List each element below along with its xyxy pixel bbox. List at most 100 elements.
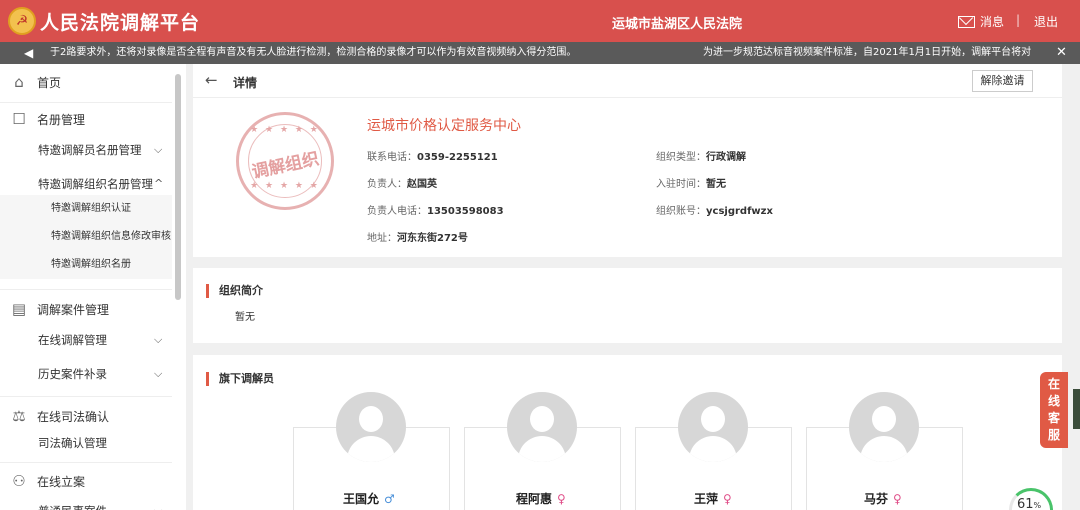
speaker-icon: ◀︎: [24, 46, 34, 60]
back-arrow-icon[interactable]: ←: [205, 71, 218, 89]
org-phone-value: 0359-2255121: [417, 152, 498, 163]
sidebar-item-general-cases[interactable]: 普通民事案件 ⌵: [0, 498, 172, 510]
sidebar-scrollbar[interactable]: [175, 74, 181, 300]
sidebar-item-roster[interactable]: ☐ 名册管理: [0, 104, 172, 134]
scales-icon: ⚖: [12, 407, 26, 425]
header-separator: |: [1016, 13, 1021, 27]
section-title: 组织简介: [206, 284, 263, 298]
org-leader-value: 赵国英: [407, 179, 437, 190]
org-join-time-value: 暂无: [706, 179, 726, 190]
org-account-value: ycsjgrdfwzx: [706, 206, 773, 217]
mediator-name-text: 马芬: [864, 492, 889, 506]
org-type-value: 行政调解: [706, 152, 746, 163]
org-leader: 负责人：赵国英: [367, 175, 437, 190]
org-phone: 联系电话：0359-2255121: [367, 148, 498, 163]
avatar: [678, 392, 748, 462]
org-leader-label: 负责人：: [367, 179, 407, 190]
service-label: 客: [1047, 411, 1060, 425]
sidebar-item-label: 特邀调解组织名册: [51, 259, 131, 270]
mediator-name: 程阿惠 ♀: [516, 490, 566, 507]
mail-icon: [958, 15, 975, 28]
sidebar-item-label: 特邀调解组织名册管理: [38, 177, 153, 191]
sidebar-item-label: 调解案件管理: [37, 302, 110, 317]
sidebar-item-label: 历史案件补录: [38, 367, 107, 381]
sidebar-item-label: 特邀调解员名册管理: [38, 143, 142, 157]
org-address-value: 河东东街272号: [397, 233, 468, 244]
org-address: 地址：河东东街272号: [367, 229, 468, 244]
sidebar: ⌂ 首页 ☐ 名册管理 特邀调解员名册管理 ⌵ 特邀调解组织名册管理 ^ 特邀调…: [0, 64, 186, 510]
org-intro-content: 暂无: [235, 312, 255, 323]
sidebar-item-org-info-review[interactable]: 特邀调解组织信息修改审核: [0, 223, 172, 251]
org-join-time: 入驻时间：暂无: [656, 175, 726, 190]
close-icon[interactable]: ✕: [1056, 42, 1067, 64]
sidebar-divider: [0, 289, 172, 290]
detail-header: ← 详情 解除邀请: [193, 64, 1062, 98]
sidebar-item-judicial-confirm-mgmt[interactable]: 司法确认管理: [0, 430, 172, 456]
messages-link[interactable]: 消息: [958, 13, 1004, 30]
page-title: 详情: [233, 76, 258, 90]
mediators-card: 旗下调解员 王国允 ♂ 程阿惠 ♀ 王萍 ♀ 马芬 ♀: [193, 355, 1062, 510]
sidebar-item-judicial-confirm[interactable]: ⚖ 在线司法确认: [0, 401, 172, 431]
document-icon: ▤: [11, 300, 27, 318]
female-icon: ♀: [723, 492, 732, 506]
messages-label: 消息: [980, 15, 1005, 29]
notice-bar: ◀︎ 于2路要求外，还将对录像是否全程有声音及有无人脸进行检测，检测合格的录像才…: [0, 42, 1080, 64]
sidebar-divider: [0, 396, 172, 397]
sidebar-item-label: 在线调解管理: [38, 333, 107, 347]
chevron-up-icon: ^: [154, 177, 164, 190]
service-label: 线: [1047, 394, 1060, 408]
mediator-name-text: 王国允: [343, 492, 380, 506]
avatar: [507, 392, 577, 462]
sidebar-item-label: 普通民事案件: [38, 498, 107, 510]
sidebar-item-case-mgmt[interactable]: ▤ 调解案件管理: [0, 294, 172, 324]
sidebar-item-invited-mediator-roster[interactable]: 特邀调解员名册管理 ⌵: [0, 137, 172, 163]
org-leader-phone-label: 负责人电话：: [367, 206, 427, 217]
org-join-time-label: 入驻时间：: [656, 179, 706, 190]
notice-text-left: 于2路要求外，还将对录像是否全程有声音及有无人脸进行检测，检测合格的录像才可以作…: [50, 47, 577, 58]
sidebar-divider: [0, 102, 172, 103]
chevron-down-icon: ⌵: [154, 367, 163, 380]
sidebar-item-label: 首页: [37, 75, 62, 90]
sidebar-item-online-filing[interactable]: ⚇ 在线立案: [0, 466, 172, 496]
mediator-name: 马芬 ♀: [864, 490, 902, 507]
notice-text-right: 为进一步规范达标音视频案件标准，自2021年1月1日开始，调解平台将对: [703, 47, 1032, 58]
org-info-card: ★ ★ ★ ★ ★ 调解组织 ★ ★ ★ ★ ★ 运城市价格认定服务中心 联系电…: [193, 98, 1062, 257]
sidebar-item-org-certification[interactable]: 特邀调解组织认证: [0, 195, 172, 223]
online-service-button[interactable]: 在 线 客 服: [1040, 372, 1068, 448]
org-account-label: 组织账号：: [656, 206, 706, 217]
stamp-stars: ★ ★ ★ ★ ★: [250, 181, 320, 191]
sidebar-item-label: 在线立案: [37, 474, 86, 489]
side-widget-edge: [1073, 389, 1080, 429]
org-account: 组织账号：ycsjgrdfwzx: [656, 202, 773, 217]
mediator-name-text: 王萍: [694, 492, 719, 506]
sidebar-item-online-mediation-mgmt[interactable]: 在线调解管理 ⌵: [0, 327, 172, 353]
mediator-name: 王国允 ♂: [343, 490, 395, 507]
mediator-name-text: 程阿惠: [516, 492, 553, 506]
sidebar-item-history-case-supplement[interactable]: 历史案件补录 ⌵: [0, 361, 172, 387]
stamp-stars: ★ ★ ★ ★ ★: [250, 125, 320, 135]
sidebar-item-label: 特邀调解组织认证: [51, 203, 131, 214]
male-icon: ♂: [384, 492, 395, 506]
chevron-down-icon: ⌵: [154, 498, 162, 510]
sidebar-item-label: 名册管理: [37, 112, 86, 127]
app-title: 人民法院调解平台: [40, 12, 201, 34]
users-icon: ⚇: [12, 472, 26, 490]
chevron-down-icon: ⌵: [154, 333, 163, 346]
org-leader-phone-value: 13503598083: [427, 206, 504, 217]
org-name: 运城市价格认定服务中心: [367, 118, 521, 134]
sidebar-item-org-roster[interactable]: 特邀调解组织名册: [0, 251, 172, 279]
stamp-seal-icon: ★ ★ ★ ★ ★ 调解组织 ★ ★ ★ ★ ★: [236, 112, 334, 210]
logout-link[interactable]: 退出: [1034, 13, 1058, 30]
roster-icon: ☐: [12, 110, 26, 128]
sidebar-item-invited-org-roster[interactable]: 特邀调解组织名册管理 ^: [0, 171, 172, 197]
sidebar-item-home[interactable]: ⌂ 首页: [0, 67, 172, 97]
female-icon: ♀: [893, 492, 902, 506]
sidebar-item-label: 司法确认管理: [38, 436, 107, 450]
org-type-label: 组织类型：: [656, 152, 706, 163]
release-invitation-button[interactable]: 解除邀请: [972, 70, 1033, 92]
court-emblem-icon: ☭: [8, 7, 36, 35]
avatar: [336, 392, 406, 462]
section-title: 旗下调解员: [206, 372, 274, 386]
female-icon: ♀: [557, 492, 566, 506]
mediator-name: 王萍 ♀: [694, 490, 732, 507]
